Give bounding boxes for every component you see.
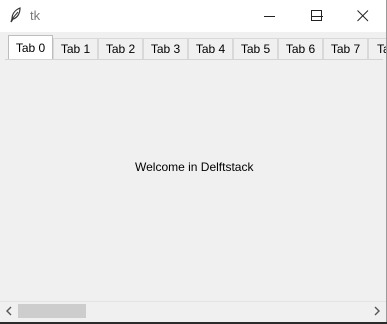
close-control[interactable] bbox=[340, 0, 386, 32]
tab-1[interactable]: Tab 1 bbox=[53, 38, 98, 59]
maximize-control[interactable] bbox=[294, 0, 340, 32]
tk-window: tk Tab 0 Tab 1 Tab 2 Tab 3 Tab 4 Tab 5 T… bbox=[0, 0, 387, 322]
minimize-control[interactable] bbox=[247, 0, 293, 32]
tab-7[interactable]: Tab 7 bbox=[323, 38, 368, 59]
notebook-tab-bar: Tab 0 Tab 1 Tab 2 Tab 3 Tab 4 Tab 5 Tab … bbox=[0, 32, 386, 60]
maximize-icon bbox=[311, 10, 322, 21]
tab-0[interactable]: Tab 0 bbox=[8, 35, 53, 60]
scrollbar-thumb[interactable] bbox=[18, 304, 86, 318]
tab-5[interactable]: Tab 5 bbox=[233, 38, 278, 59]
tab-6[interactable]: Tab 6 bbox=[278, 38, 323, 59]
tab-3[interactable]: Tab 3 bbox=[143, 38, 188, 59]
tab-content-frame: Welcome in Delftstack bbox=[5, 59, 383, 302]
chevron-left-icon[interactable] bbox=[3, 305, 15, 317]
minimize-icon bbox=[264, 16, 275, 17]
window-title: tk bbox=[30, 8, 41, 23]
feather-icon bbox=[9, 7, 23, 23]
tab-8-partial[interactable]: Ta bbox=[368, 38, 386, 59]
welcome-label: Welcome in Delftstack bbox=[135, 160, 254, 174]
tab-2[interactable]: Tab 2 bbox=[98, 38, 143, 59]
tab-4[interactable]: Tab 4 bbox=[188, 38, 233, 59]
chevron-right-icon[interactable] bbox=[371, 305, 383, 317]
horizontal-scrollbar[interactable] bbox=[0, 301, 386, 320]
close-icon bbox=[357, 10, 369, 22]
